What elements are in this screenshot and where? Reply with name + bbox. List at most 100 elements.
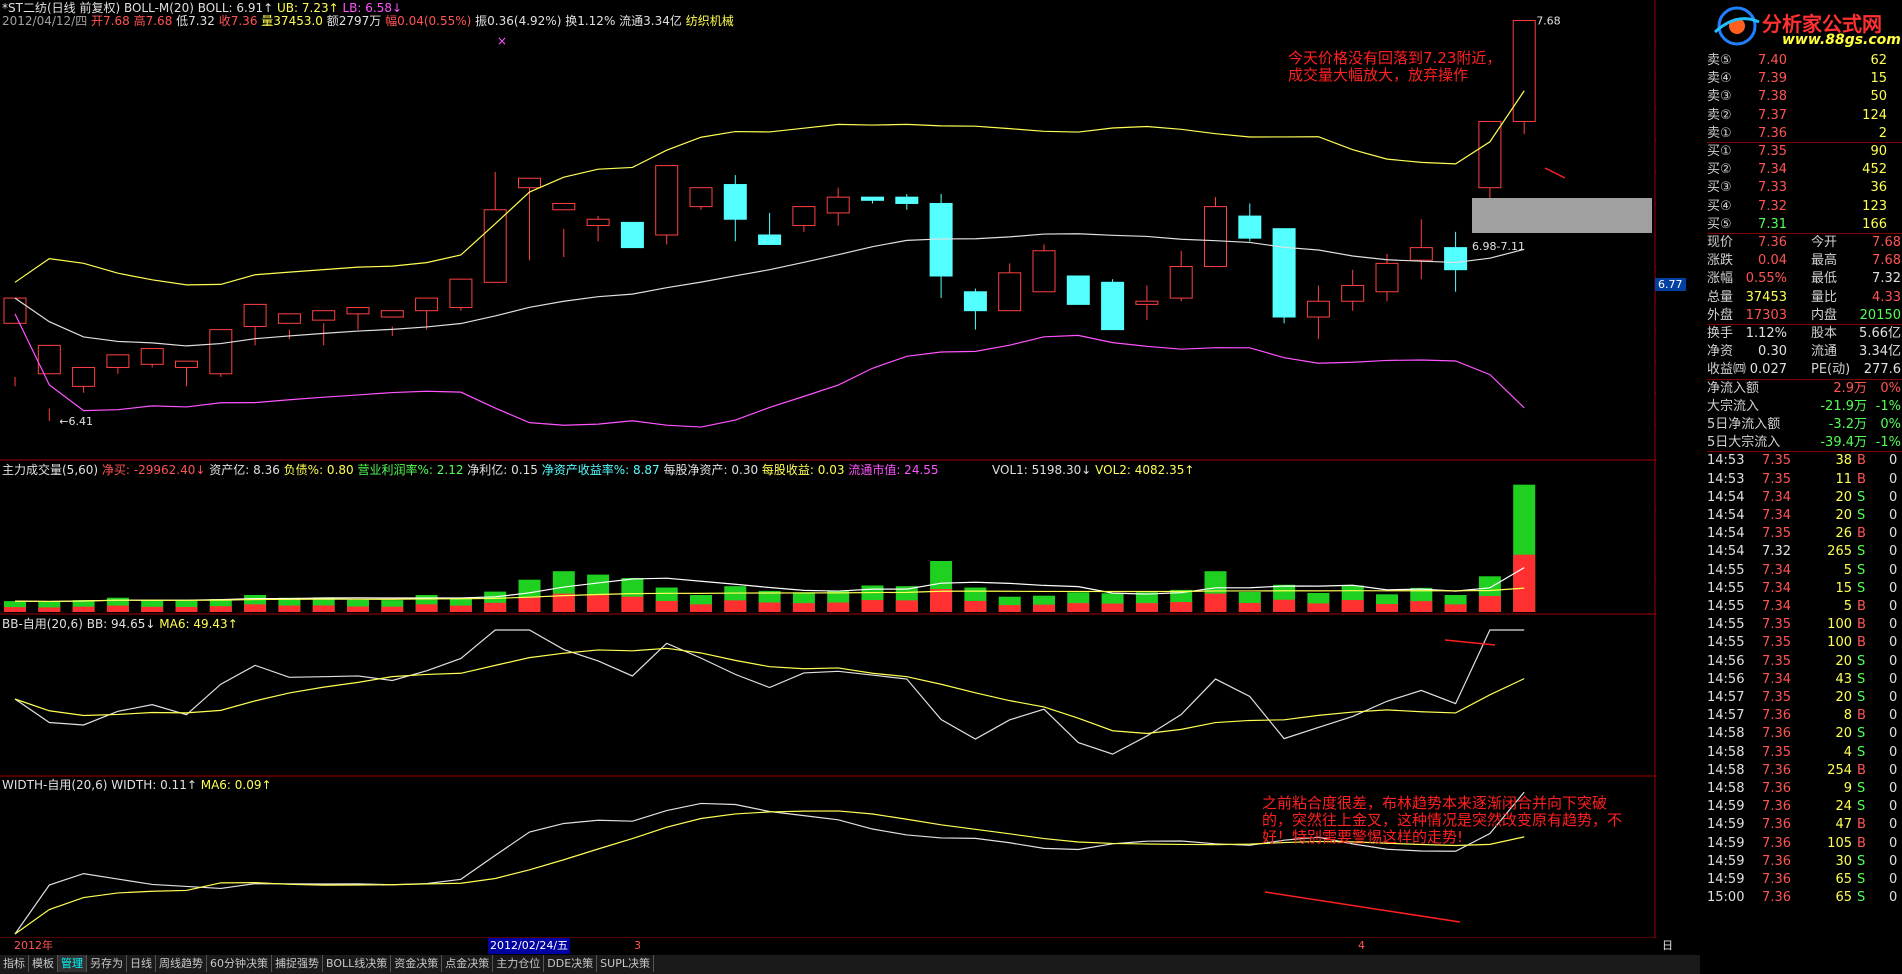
tab-9[interactable]: 资金决策 [391,955,443,972]
tick-volume: 100 [1827,635,1852,651]
tick-count: 0 [1889,853,1898,869]
candle-body [483,209,507,283]
tick-time: 14:56 [1707,671,1745,687]
tab-11[interactable]: 主力仓位 [493,955,545,972]
tick-row: 14:59 7.36 30 S 0 [1707,853,1902,871]
tab-13[interactable]: SUPL决策 [597,955,654,972]
volume-bar-main [1204,593,1227,612]
buy-level: 买③ 7.33 36 [1707,179,1902,197]
annotation-top: 今天价格没有回落到7.23附近，成交量大幅放大，放弃操作 [1288,49,1502,84]
tab-1[interactable]: 模板 [29,955,58,972]
tick-side: S [1857,690,1866,705]
quote-panel: 分析家公式网 www.88gs.com 卖⑤ 7.40 62 卖④ 7.39 15 卖③ 7.… [1707,0,1902,974]
tick-price: 7.36 [1762,835,1791,851]
tick-price: 7.36 [1762,872,1791,887]
volume-bar-main [449,605,472,612]
fund-label: PE(动) [1811,362,1851,378]
vol-mgjzc: 每股净资产: 0.30 [663,463,759,477]
tab-8[interactable]: BOLL线决策 [323,955,392,972]
volume-bar-main [1376,604,1398,612]
tick-count: 0 [1889,726,1898,742]
tick-volume: 20 [1835,690,1852,705]
tick-time: 14:58 [1707,744,1745,760]
volume-bar-main [1410,601,1433,612]
tick-price: 7.35 [1762,453,1791,469]
tab-5[interactable]: 周线趋势 [156,955,207,972]
tick-volume: 11 [1835,471,1852,487]
tick-price: 7.36 [1762,853,1791,869]
tick-volume: 5 [1843,599,1852,614]
tab-7[interactable]: 捕捉强势 [272,955,323,972]
tab-10[interactable]: 点金决策 [442,955,494,972]
candle-body [792,206,816,227]
stat-row: 涨幅 0.55% 最低 7.32 [1707,270,1902,288]
bar-turnover: 换1.12% [565,14,616,28]
tick-time: 14:58 [1707,762,1745,778]
candle-body [1272,228,1296,318]
width-value: WIDTH: 0.11↑ [111,778,197,792]
tick-volume: 5 [1843,562,1852,578]
stat-value: 0.04 [1758,253,1787,269]
tick-row: 14:57 7.36 8 B 0 [1707,707,1902,725]
volume-bar-main [758,602,781,612]
level-volume: 36 [1870,180,1887,196]
flow-value: -3.2万 [1828,417,1867,432]
tab-12[interactable]: DDE决策 [544,955,598,972]
buy-level: 买② 7.34 452 [1707,161,1902,179]
volume-bar-main [381,606,404,612]
tick-price: 7.34 [1762,580,1791,596]
tab-4[interactable]: 日线 [127,955,156,972]
level-price: 7.33 [1758,180,1787,196]
level-price: 7.40 [1758,53,1787,68]
volume-bar-main [964,600,987,612]
candle-body [723,184,747,220]
tick-price: 7.35 [1762,471,1791,487]
candle-body [1169,266,1193,299]
tab-3[interactable]: 另存为 [87,955,127,972]
low-label: ←6.41 [59,415,93,428]
flow-row: 净流入额 2.9万 0% [1707,380,1902,398]
flow-label: 大宗流入 [1707,398,1760,414]
tick-row: 14:53 7.35 11 B 0 [1707,471,1902,489]
stat-value: 7.36 [1758,235,1787,250]
width-indicator-name: WIDTH-自用(20,6) [2,778,108,792]
fund-row: 净资 0.30 流通 3.34亿 [1707,343,1902,361]
date-month-3: 3 [634,939,641,952]
level-volume: 50 [1870,89,1887,105]
volume-bar-main [1444,604,1467,612]
fund-value: 277.6 [1863,362,1901,378]
vol1-value: VOL1: 5198.30↓ [992,463,1092,477]
volume-bar-main [347,606,369,612]
tick-volume: 15 [1835,580,1852,596]
tick-side: S [1857,799,1866,815]
stat-label: 总量 [1707,289,1734,305]
tick-row: 14:55 7.35 100 B 0 [1707,616,1902,634]
candle-body [277,313,301,324]
tab-6[interactable]: 60分钟决策 [207,955,272,972]
tick-row: 14:55 7.35 100 B 0 [1707,634,1902,652]
tick-volume: 9 [1843,781,1852,796]
logo-icon [1713,6,1760,46]
lb-value: LB: 6.58↓ [342,1,403,15]
date-axis[interactable]: 2012年 2012/02/24/五 3 4 日线 [0,938,1673,968]
level-volume: 123 [1862,198,1887,214]
candle-body [655,165,679,236]
volume-bar-main [724,600,747,612]
tick-row: 14:54 7.32 265 S 0 [1707,543,1902,561]
tick-count: 0 [1889,835,1898,851]
tab-2[interactable]: 管理 [58,955,87,972]
tick-count: 0 [1889,690,1898,705]
sell-level: 卖② 7.37 124 [1707,107,1902,125]
tick-volume: 105 [1827,835,1852,851]
date-start: 2012年 [14,939,53,952]
bb-line [14,629,1525,755]
volume-bar-main [38,607,61,612]
level-volume: 166 [1862,216,1887,232]
flow-row: 5日大宗流入 -39.4万 -1% [1707,434,1902,452]
tick-row: 14:55 7.34 5 B 0 [1707,598,1902,616]
tick-row: 14:58 7.35 4 S 0 [1707,744,1902,762]
candle-body [175,360,198,368]
tick-volume: 265 [1827,544,1852,560]
tick-count: 0 [1889,890,1898,906]
tab-0[interactable]: 指标 [0,955,29,972]
